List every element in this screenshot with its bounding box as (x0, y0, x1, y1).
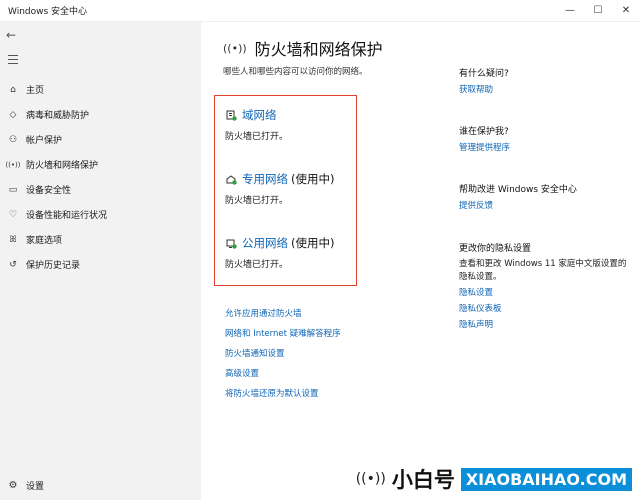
privacy-description: 查看和更改 Windows 11 家庭中文版设置的隐私设置。 (459, 259, 627, 282)
public-network-icon (225, 237, 237, 249)
wifi-icon: ((•)) (5, 160, 21, 169)
page-title: 防火墙和网络保护 (254, 40, 383, 59)
watermark-domain: XIAOBAIHAO.COM (460, 467, 632, 491)
heart-icon: ♡ (8, 209, 18, 220)
network-name[interactable]: 专用网络 (242, 171, 288, 187)
privacy-statement-link[interactable]: 隐私声明 (459, 319, 634, 332)
section-heading: 谁在保护我? (459, 127, 509, 137)
sidebar-item-family-options[interactable]: ꕤ 家庭选项 (0, 227, 201, 252)
section-heading: 更改你的隐私设置 (459, 244, 532, 254)
private-network-icon (225, 173, 237, 185)
troubleshooter-link[interactable]: 网络和 Internet 疑难解答程序 (225, 324, 341, 344)
privacy-section: 更改你的隐私设置 查看和更改 Windows 11 家庭中文版设置的隐私设置。 … (459, 241, 634, 332)
watermark-brand: 小白号 (391, 468, 455, 492)
gear-icon: ⚙ (8, 480, 18, 491)
sidebar-item-label: 防火墙和网络保护 (26, 161, 99, 171)
manage-providers-link[interactable]: 管理提供程序 (459, 141, 510, 153)
sidebar-item-label: 设备性能和运行状况 (26, 211, 108, 221)
app-window-icon: ▭ (8, 184, 18, 195)
firewall-links: 允许应用通过防火墙 网络和 Internet 疑难解答程序 防火墙通知设置 高级… (225, 304, 341, 404)
sidebar-nav: ⌂ 主页 ◇ 病毒和威胁防护 ⚇ 帐户保护 ((•)) 防火墙和网络保护 ▭ 设… (0, 77, 201, 277)
privacy-settings-link[interactable]: 隐私设置 (459, 287, 634, 300)
network-name[interactable]: 公用网络 (242, 235, 288, 251)
help-section: 有什么疑问? 获取帮助 (459, 66, 509, 95)
get-help-link[interactable]: 获取帮助 (459, 83, 509, 95)
hamburger-menu-icon[interactable] (8, 55, 18, 67)
person-icon: ⚇ (8, 134, 18, 145)
sidebar-item-label: 设置 (26, 482, 45, 492)
network-name[interactable]: 域网络 (242, 107, 277, 123)
broadcast-icon: ((•)) (355, 471, 386, 487)
domain-network-icon (225, 109, 237, 121)
allow-app-link[interactable]: 允许应用通过防火墙 (225, 304, 341, 324)
wifi-icon: ((•)) (223, 41, 247, 55)
sidebar-item-label: 主页 (26, 86, 45, 96)
network-public[interactable]: 公用网络 (使用中) 防火墙已打开。 (225, 235, 334, 270)
sidebar-item-label: 家庭选项 (26, 236, 63, 246)
feedback-section: 帮助改进 Windows 安全中心 提供反馈 (459, 182, 577, 211)
privacy-dashboard-link[interactable]: 隐私仪表板 (459, 303, 634, 316)
sidebar-item-settings[interactable]: ⚙ 设置 (0, 473, 201, 498)
network-status: 防火墙已打开。 (225, 260, 289, 270)
sidebar-item-account-protection[interactable]: ⚇ 帐户保护 (0, 127, 201, 152)
sidebar-item-virus-protection[interactable]: ◇ 病毒和威胁防护 (0, 102, 201, 127)
section-heading: 帮助改进 Windows 安全中心 (459, 185, 577, 195)
back-arrow-icon[interactable]: ← (6, 28, 16, 42)
sidebar-item-device-security[interactable]: ▭ 设备安全性 (0, 177, 201, 202)
window-title: Windows 安全中心 (8, 7, 88, 17)
page-header: ((•)) 防火墙和网络保护 (223, 36, 383, 60)
maximize-button[interactable]: ☐ (584, 0, 612, 22)
history-icon: ↺ (9, 259, 17, 270)
notification-settings-link[interactable]: 防火墙通知设置 (225, 344, 341, 364)
title-bar: Windows 安全中心 — ☐ ✕ (0, 0, 640, 22)
main-content: ((•)) 防火墙和网络保护 哪些人和哪些内容可以访问你的网络。 域网络 防火墙… (201, 22, 640, 500)
section-heading: 有什么疑问? (459, 69, 509, 79)
sidebar-item-label: 设备安全性 (26, 186, 72, 196)
restore-defaults-link[interactable]: 将防火墙还原为默认设置 (225, 384, 341, 404)
family-icon: ꕤ (9, 234, 17, 245)
close-button[interactable]: ✕ (612, 0, 640, 22)
sidebar: ← ⌂ 主页 ◇ 病毒和威胁防护 ⚇ 帐户保护 ((•)) 防火墙和网络保护 ▭… (0, 22, 201, 500)
network-in-use: (使用中) (291, 236, 335, 250)
sidebar-item-label: 病毒和威胁防护 (26, 111, 90, 121)
sidebar-item-home[interactable]: ⌂ 主页 (0, 77, 201, 102)
page-subtitle: 哪些人和哪些内容可以访问你的网络。 (223, 67, 368, 77)
networks-highlight-box: 域网络 防火墙已打开。 专用网络 (使用中) 防火墙已打开。 公用网络 (使用中… (214, 95, 357, 286)
network-status: 防火墙已打开。 (225, 196, 289, 206)
feedback-link[interactable]: 提供反馈 (459, 199, 577, 211)
sidebar-item-label: 帐户保护 (26, 136, 63, 146)
watermark: ((•)) 小白号 XIAOBAIHAO.COM (356, 464, 632, 494)
sidebar-item-protection-history[interactable]: ↺ 保护历史记录 (0, 252, 201, 277)
network-domain[interactable]: 域网络 防火墙已打开。 (225, 107, 288, 142)
home-icon: ⌂ (10, 84, 16, 95)
provider-section: 谁在保护我? 管理提供程序 (459, 124, 510, 153)
sidebar-item-label: 保护历史记录 (26, 261, 81, 271)
sidebar-item-device-performance[interactable]: ♡ 设备性能和运行状况 (0, 202, 201, 227)
network-private[interactable]: 专用网络 (使用中) 防火墙已打开。 (225, 171, 334, 206)
network-status: 防火墙已打开。 (225, 132, 289, 142)
sidebar-item-firewall[interactable]: ((•)) 防火墙和网络保护 (0, 152, 201, 177)
advanced-settings-link[interactable]: 高级设置 (225, 364, 341, 384)
shield-icon: ◇ (9, 109, 17, 120)
network-in-use: (使用中) (291, 172, 335, 186)
minimize-button[interactable]: — (556, 0, 584, 22)
